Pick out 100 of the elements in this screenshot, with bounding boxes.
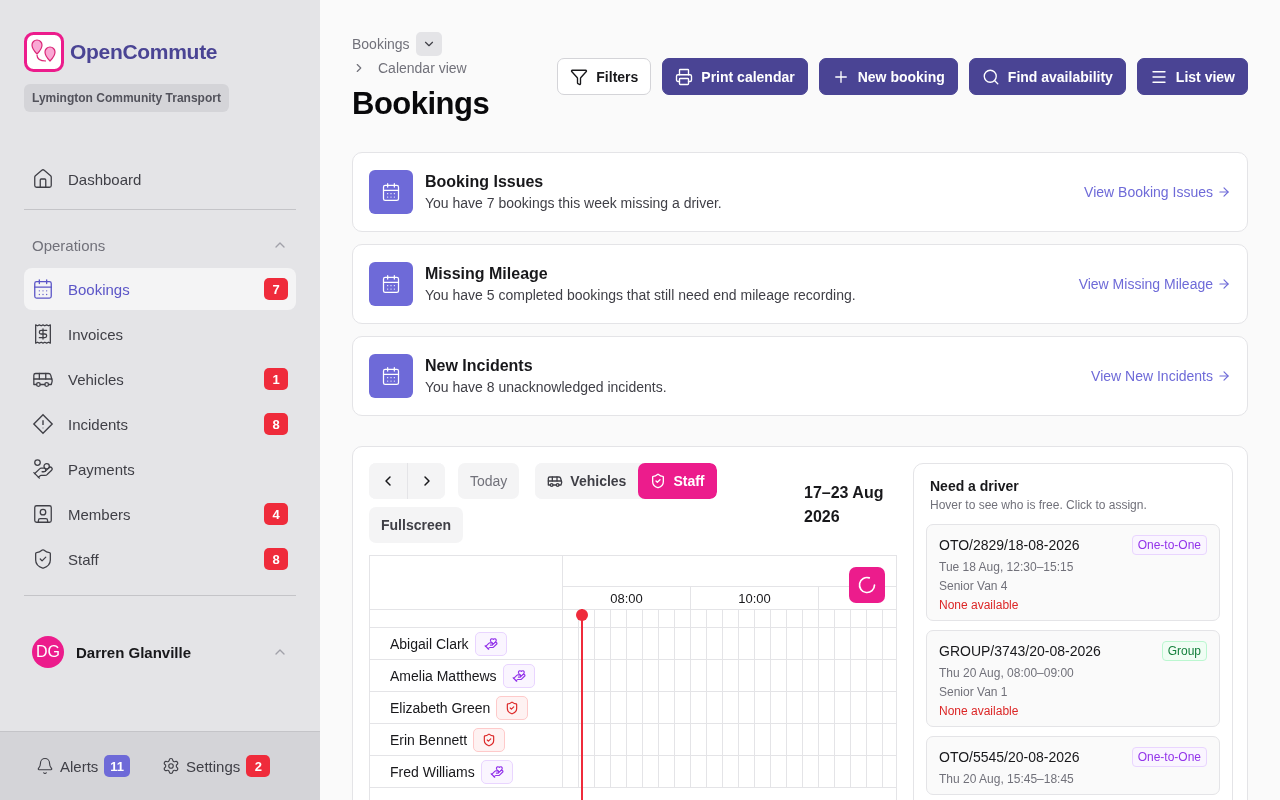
user-menu[interactable]: DG Darren Glanville <box>24 632 296 672</box>
driver-status: None available <box>939 598 1020 612</box>
action-button[interactable]: New booking <box>818 58 958 95</box>
breadcrumb-current: Calendar view <box>378 60 467 76</box>
nav-item[interactable]: Staff 8 <box>24 538 296 580</box>
calendar-icon <box>369 170 413 214</box>
notice-link[interactable]: View Missing Mileage <box>1078 276 1213 292</box>
staff-name: Abigail Clark <box>390 635 469 652</box>
nav-item[interactable]: Payments <box>24 448 296 490</box>
notice-text: You have 8 unacknowledged incidents. <box>425 379 668 395</box>
count-badge: 1 <box>264 368 288 390</box>
warning-icon <box>32 413 54 435</box>
van-icon <box>547 473 564 489</box>
booking-vehicle: Senior Van 1 <box>939 685 1009 699</box>
dropdown-button[interactable] <box>415 32 442 56</box>
avatar: DG <box>32 636 64 668</box>
staff-name: Elizabeth Green <box>390 699 491 716</box>
staff-name: Amelia Matthews <box>390 667 497 684</box>
booking-time: Thu 20 Aug, 15:45–18:45 <box>939 772 1075 786</box>
count-badge: 7 <box>264 278 288 300</box>
shield-icon <box>496 695 529 720</box>
booking-ref: GROUP/3743/20-08-2026 <box>939 643 1101 659</box>
page-title: Bookings <box>352 86 490 122</box>
booking-vehicle: Senior Van 4 <box>939 579 1009 593</box>
id-card-icon <box>32 503 54 525</box>
shield-icon <box>650 473 667 489</box>
home-icon <box>32 168 54 190</box>
search-icon <box>981 67 1000 86</box>
section-title: Operations <box>32 236 106 254</box>
booking-type-tag: One-to-One <box>1131 747 1207 767</box>
booking-time: Thu 20 Aug, 08:00–09:00 <box>939 666 1075 680</box>
breadcrumb-link[interactable]: Bookings <box>352 36 410 52</box>
count-badge: 2 <box>246 755 271 777</box>
notice-title: Booking Issues <box>425 173 545 191</box>
notice-text: You have 5 completed bookings that still need end mileage recording. <box>425 287 857 303</box>
calendar-icon <box>369 354 413 398</box>
footer-link[interactable]: Settings <box>186 757 241 775</box>
count-badge: 11 <box>104 755 131 777</box>
nav-label: Vehicles <box>68 370 125 388</box>
nav-label: Invoices <box>68 325 125 343</box>
booking-card[interactable]: OTO/2829/18-08-2026 One-to-One Tue 18 Aug, 12:30–15:15 Senior Van 4 None available <box>926 524 1220 621</box>
calendar-icon <box>32 278 54 300</box>
shield-icon <box>32 548 54 570</box>
user-name: Darren Glanville <box>76 643 193 661</box>
action-button[interactable]: Find availability <box>968 58 1126 95</box>
printer-icon <box>675 67 694 86</box>
notice-link[interactable]: View New Incidents <box>1091 368 1213 384</box>
spinner-icon <box>857 575 877 595</box>
booking-type-tag: Group <box>1161 641 1207 661</box>
nav-label: Members <box>68 505 132 523</box>
receipt-icon <box>32 323 54 345</box>
organisation-chip: Lymington Community Transport <box>24 84 229 112</box>
logo-icon <box>24 32 64 72</box>
nav-label: Incidents <box>68 415 130 433</box>
footer-link[interactable]: Alerts <box>60 757 99 775</box>
count-badge: 8 <box>264 548 288 570</box>
notice-link[interactable]: View Booking Issues <box>1084 184 1213 200</box>
nav-item[interactable]: Vehicles 1 <box>24 358 296 400</box>
today-button[interactable]: Today <box>458 463 520 499</box>
section-header[interactable]: Operations <box>24 230 296 260</box>
notice-title: New Incidents <box>425 357 534 375</box>
booking-card[interactable]: GROUP/3743/20-08-2026 Group Thu 20 Aug, 08:00–09:00 Senior Van 1 None available <box>926 630 1220 727</box>
settings-icon <box>162 757 181 775</box>
count-badge: 8 <box>264 413 288 435</box>
booking-card[interactable]: OTO/5545/20-08-2026 One-to-One Thu 20 Aug, 15:45–18:45 <box>926 736 1220 795</box>
brand-name: OpenCommute <box>70 40 218 64</box>
nav-item[interactable]: Bookings 7 <box>24 268 296 310</box>
nav-label: Staff <box>68 550 100 568</box>
booking-ref: OTO/2829/18-08-2026 <box>939 537 1080 553</box>
fullscreen-button[interactable]: Fullscreen <box>369 507 464 543</box>
action-button[interactable]: Print calendar <box>662 58 808 95</box>
filter-icon <box>570 67 589 86</box>
count-badge: 4 <box>264 503 288 525</box>
calendar-icon <box>369 262 413 306</box>
staff-name: Erin Bennett <box>390 731 468 748</box>
panel-hint: Hover to see who is free. Click to assign. <box>930 498 1148 512</box>
nav-item[interactable]: Dashboard <box>24 158 296 200</box>
nav-label: Dashboard <box>68 170 143 188</box>
refresh-button[interactable] <box>849 567 885 603</box>
nav-item[interactable]: Invoices <box>24 313 296 355</box>
bell-icon <box>36 757 54 775</box>
booking-ref: OTO/5545/20-08-2026 <box>939 749 1080 765</box>
shield-icon <box>473 727 506 752</box>
panel-title: Need a driver <box>929 478 1020 494</box>
driver-status: None available <box>939 704 1020 718</box>
nav-label: Bookings <box>68 280 131 298</box>
action-button[interactable]: Filters <box>557 58 652 95</box>
nav-label: Payments <box>68 460 136 478</box>
action-button[interactable]: List view <box>1136 58 1248 95</box>
notice-title: Missing Mileage <box>425 265 549 283</box>
nav-item[interactable]: Members 4 <box>24 493 296 535</box>
date-range: 17–23 Aug 2026 <box>804 483 885 527</box>
time-label: 10:00 <box>691 587 819 609</box>
view-tab[interactable]: Staff <box>638 463 717 499</box>
booking-type-tag: One-to-One <box>1131 535 1207 555</box>
notice-text: You have 7 bookings this week missing a driver. <box>425 195 723 211</box>
staff-name: Fred Williams <box>390 763 475 780</box>
booking-time: Tue 18 Aug, 12:30–15:15 <box>939 560 1075 574</box>
time-label: 08:00 <box>563 587 691 609</box>
nav-item[interactable]: Incidents 8 <box>24 403 296 445</box>
